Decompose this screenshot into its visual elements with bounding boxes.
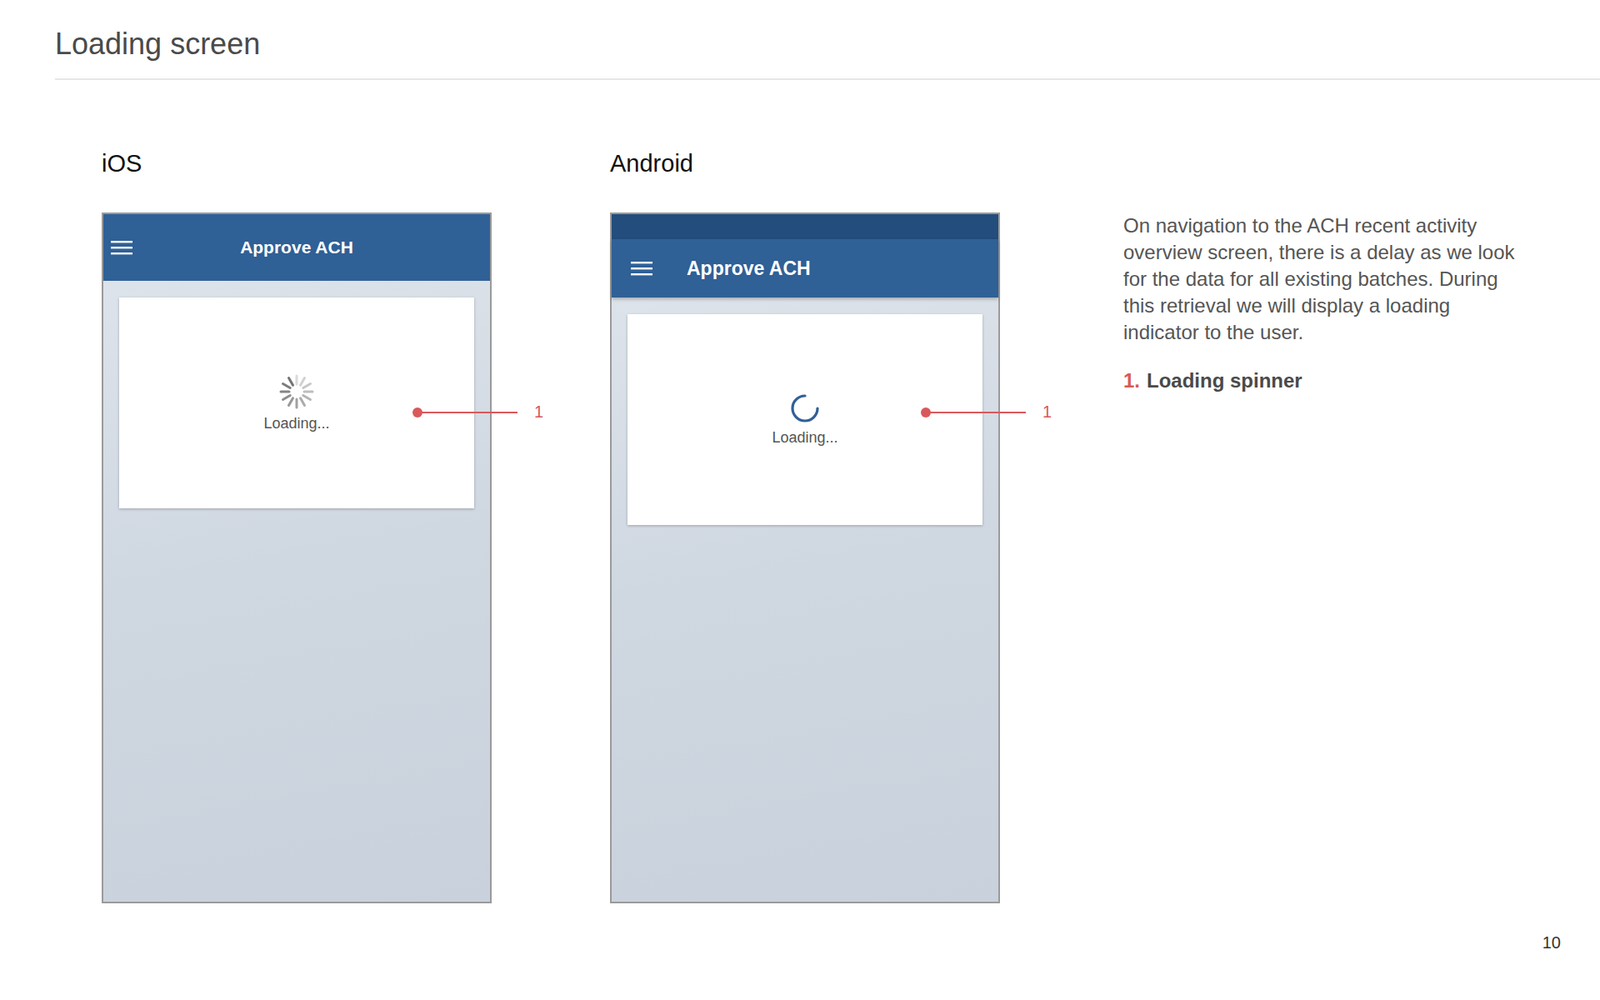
- app-bar: Approve ACH: [611, 239, 999, 298]
- ios-spinner-icon: [278, 373, 315, 410]
- slide-page: Loading screen iOS Approve ACH Loading... 1 A…: [0, 0, 1600, 1000]
- loading-card: Loading...: [119, 297, 475, 509]
- android-spinner-icon: [789, 392, 821, 425]
- platform-label: iOS: [101, 148, 492, 179]
- callout-number: 1: [1042, 402, 1052, 422]
- loading-text: Loading...: [263, 415, 330, 433]
- background-photo: Loading...: [611, 297, 999, 902]
- header-rule: [55, 78, 1600, 80]
- legend-label: Loading spinner: [1146, 369, 1303, 393]
- callout-line: [420, 411, 518, 414]
- app-bar: Approve ACH: [103, 214, 490, 281]
- loading-text: Loading...: [771, 429, 838, 447]
- phone-mockup: Approve ACHLoading...1: [610, 212, 1000, 904]
- legend-item: 1.Loading spinner: [1123, 369, 1527, 393]
- page-number: 10: [1542, 933, 1561, 953]
- callout-line: [929, 411, 1026, 414]
- phone-mockup: Approve ACHLoading...1: [101, 212, 492, 904]
- platform-label: Android: [610, 148, 1000, 179]
- app-bar-title: Approve ACH: [240, 237, 354, 258]
- description-panel: On navigation to the ACH recent activity…: [1123, 212, 1527, 904]
- callout: 1: [920, 402, 1052, 422]
- phone-frame: Approve ACH Loading...: [610, 212, 1000, 904]
- slide-title: Loading screen: [55, 25, 1600, 64]
- hamburger-menu-icon[interactable]: [110, 238, 134, 257]
- slide-footer: 10: [0, 903, 1600, 953]
- description-text: On navigation to the ACH recent activity…: [1123, 212, 1527, 346]
- status-bar: [611, 214, 999, 240]
- slide-content: iOS Approve ACH Loading... 1 Android Approve …: [0, 80, 1600, 904]
- hamburger-menu-icon[interactable]: [630, 259, 654, 278]
- loading-card: Loading...: [627, 314, 983, 525]
- phone-frame: Approve ACH Loading...: [101, 212, 492, 904]
- callout-number: 1: [534, 402, 544, 422]
- app-bar-title: Approve ACH: [686, 257, 811, 280]
- slide-header: Loading screen: [0, 0, 1600, 64]
- callout: 1: [412, 402, 544, 422]
- legend-number: 1.: [1123, 369, 1140, 393]
- background-photo: Loading...: [103, 280, 490, 902]
